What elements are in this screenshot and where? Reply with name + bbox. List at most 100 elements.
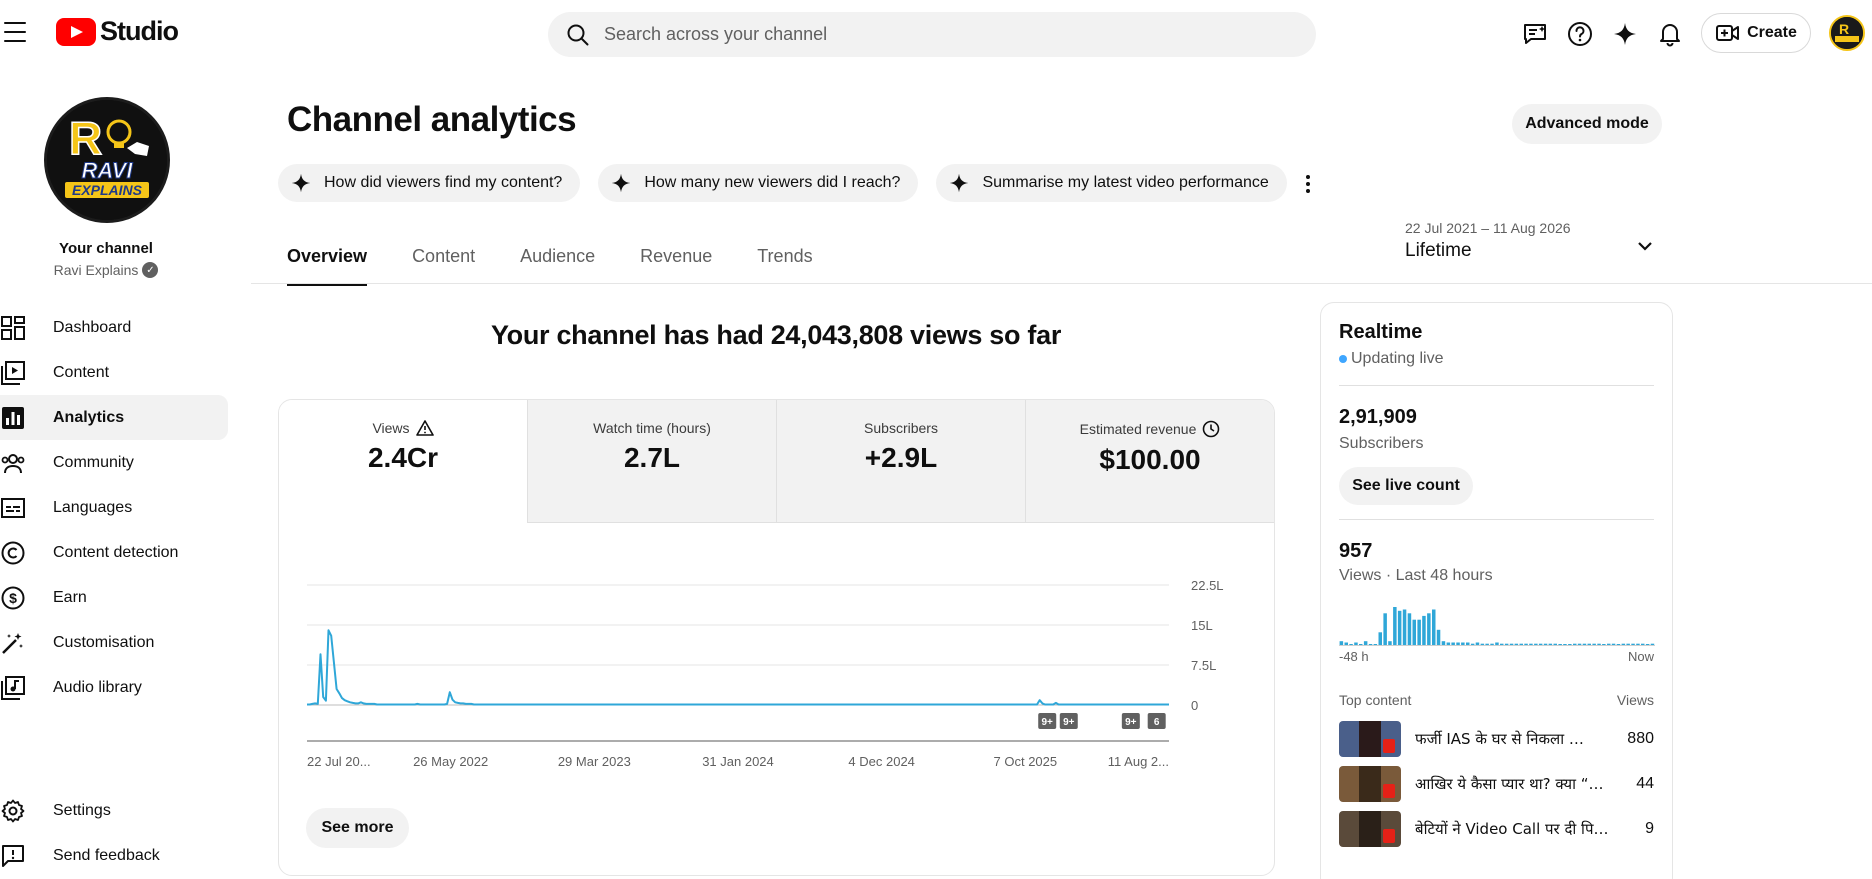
metric-estimated-revenue[interactable]: Estimated revenue $100.00 bbox=[1026, 400, 1274, 523]
realtime-bar bbox=[1636, 643, 1640, 645]
metric-label: Watch time (hours) bbox=[593, 420, 711, 436]
sidebar-item-label: Settings bbox=[53, 801, 111, 819]
realtime-bar bbox=[1485, 643, 1489, 645]
youtube-logo-icon bbox=[56, 17, 96, 46]
realtime-bar bbox=[1548, 643, 1553, 645]
realtime-bar bbox=[1368, 644, 1373, 645]
sidebar-item-label: Community bbox=[53, 453, 134, 471]
sidebar-item-send-feedback[interactable]: Send feedback bbox=[0, 833, 228, 878]
your-channel-label: Your channel bbox=[59, 240, 153, 257]
video-marker-label: 9+ bbox=[1063, 717, 1075, 728]
metric-value: 2.7L bbox=[623, 442, 681, 473]
realtime-bar bbox=[1354, 642, 1358, 645]
realtime-card: Realtime Updating live 2,91,909 Subscrib… bbox=[1320, 302, 1673, 879]
realtime-bar-chart[interactable] bbox=[1339, 597, 1655, 647]
audio-library-icon bbox=[0, 675, 26, 701]
avatar-text-line2: EXPLAINS bbox=[72, 182, 143, 198]
metric-value: $100.00 bbox=[1099, 444, 1201, 475]
see-live-count-button[interactable]: See live count bbox=[1339, 467, 1473, 505]
top-content-row[interactable]: आखिर ये कैसा प्यार था? क्या “… 44 bbox=[1339, 761, 1654, 806]
date-range-picker[interactable]: 22 Jul 2021 – 11 Aug 2026 Lifetime bbox=[1405, 220, 1655, 270]
top-content-row[interactable]: बेटियों ने Video Call पर दी पि… 9 bbox=[1339, 806, 1654, 851]
see-more-button[interactable]: See more bbox=[306, 808, 409, 848]
channel-avatar[interactable]: R RAVI EXPLAINS bbox=[44, 97, 170, 223]
video-add-icon bbox=[1716, 25, 1740, 41]
sidebar-item-settings[interactable]: Settings bbox=[0, 788, 228, 833]
studio-logo[interactable]: Studio bbox=[56, 16, 179, 47]
realtime-bar bbox=[1427, 613, 1431, 645]
svg-text:R: R bbox=[1839, 21, 1849, 37]
realtime-bar bbox=[1441, 641, 1446, 645]
channel-name[interactable]: Ravi Explains ✓ bbox=[0, 262, 212, 278]
chip-summarise-latest[interactable]: Summarise my latest video performance bbox=[936, 164, 1287, 202]
tab-audience[interactable]: Audience bbox=[520, 240, 595, 284]
tab-content[interactable]: Content bbox=[412, 240, 475, 284]
search-input[interactable] bbox=[604, 24, 1284, 45]
notifications-icon[interactable] bbox=[1650, 14, 1690, 54]
create-button[interactable]: Create bbox=[1701, 13, 1811, 53]
realtime-bar bbox=[1597, 643, 1601, 645]
realtime-bar bbox=[1436, 629, 1441, 645]
more-options-icon[interactable] bbox=[1296, 170, 1320, 198]
sidebar-bottom: Settings Send feedback bbox=[0, 788, 228, 878]
shorts-icon bbox=[1383, 828, 1395, 843]
chip-label: Summarise my latest video performance bbox=[982, 174, 1269, 191]
create-label: Create bbox=[1747, 24, 1797, 41]
metric-tabs: Views 2.4Cr Watch time (hours) 2.7L Subs… bbox=[279, 400, 1274, 523]
realtime-bar bbox=[1641, 643, 1645, 645]
sidebar-item-community[interactable]: Community bbox=[0, 440, 228, 485]
video-title: आखिर ये कैसा प्यार था? क्या “… bbox=[1415, 774, 1604, 793]
account-avatar[interactable]: R bbox=[1829, 15, 1865, 51]
sidebar-item-label: Content bbox=[53, 363, 110, 381]
metric-views[interactable]: Views 2.4Cr bbox=[279, 400, 528, 523]
avatar-text-line1: RAVI bbox=[82, 158, 134, 183]
verified-icon: ✓ bbox=[142, 262, 159, 278]
search-icon bbox=[567, 24, 589, 45]
realtime-bar bbox=[1529, 643, 1533, 645]
realtime-bar bbox=[1558, 644, 1562, 645]
chip-label: How did viewers find my content? bbox=[324, 174, 563, 191]
sidebar-item-content[interactable]: Content bbox=[0, 350, 228, 395]
sidebar-item-audio-library[interactable]: Audio library bbox=[0, 665, 228, 710]
axis-start-label: -48 h bbox=[1339, 649, 1369, 664]
search-bar[interactable] bbox=[548, 12, 1316, 57]
realtime-bar bbox=[1378, 632, 1382, 645]
sidebar-item-customisation[interactable]: Customisation bbox=[0, 620, 228, 665]
sidebar-item-content-detection[interactable]: Content detection bbox=[0, 530, 228, 575]
updating-live-label: Updating live bbox=[1351, 350, 1444, 367]
realtime-bar bbox=[1582, 643, 1587, 645]
metric-watch-time[interactable]: Watch time (hours) 2.7L bbox=[528, 400, 777, 523]
realtime-bar bbox=[1490, 643, 1494, 645]
chip-label: How many new viewers did I reach? bbox=[644, 174, 901, 191]
menu-icon[interactable] bbox=[4, 22, 26, 42]
top-bar: Studio Create R bbox=[0, 0, 1872, 66]
sidebar-item-earn[interactable]: $ Earn bbox=[0, 575, 228, 620]
advanced-mode-button[interactable]: Advanced mode bbox=[1512, 104, 1662, 144]
magic-wand-icon bbox=[0, 630, 26, 656]
x-tick-label: 29 Mar 2023 bbox=[558, 754, 631, 769]
realtime-bar bbox=[1602, 644, 1606, 645]
sidebar-item-languages[interactable]: Languages bbox=[0, 485, 228, 530]
metric-value: 2.4Cr bbox=[367, 442, 439, 473]
tab-trends[interactable]: Trends bbox=[757, 240, 812, 284]
realtime-bar bbox=[1402, 609, 1407, 645]
sidebar-item-analytics[interactable]: Analytics bbox=[0, 395, 228, 440]
realtime-bar bbox=[1432, 609, 1436, 645]
views-column-label: Views bbox=[1616, 692, 1654, 708]
help-icon[interactable] bbox=[1560, 14, 1600, 54]
views-series-line bbox=[307, 629, 1169, 706]
views-line-chart[interactable]: 0 7.5L 15L 22.5L 9+ 9+ 9+ 6 22 Jul 20... 26 May 2… bbox=[279, 523, 1274, 803]
metric-subscribers[interactable]: Subscribers +2.9L bbox=[777, 400, 1026, 523]
top-content-row[interactable]: फर्जी IAS के घर से निकला … 880 bbox=[1339, 716, 1654, 761]
chip-viewers-find[interactable]: How did viewers find my content? bbox=[278, 164, 581, 202]
channel-name-text: Ravi Explains bbox=[53, 262, 139, 278]
dashboard-icon bbox=[0, 315, 26, 341]
realtime-bar bbox=[1563, 644, 1567, 645]
tab-overview[interactable]: Overview bbox=[287, 240, 368, 286]
sidebar-item-dashboard[interactable]: Dashboard bbox=[0, 305, 228, 350]
sparkle-icon[interactable] bbox=[1605, 14, 1645, 54]
creator-feedback-icon[interactable] bbox=[1515, 14, 1555, 54]
tab-revenue[interactable]: Revenue bbox=[640, 240, 712, 284]
realtime-bar bbox=[1422, 615, 1426, 645]
chip-new-viewers[interactable]: How many new viewers did I reach? bbox=[598, 164, 919, 202]
